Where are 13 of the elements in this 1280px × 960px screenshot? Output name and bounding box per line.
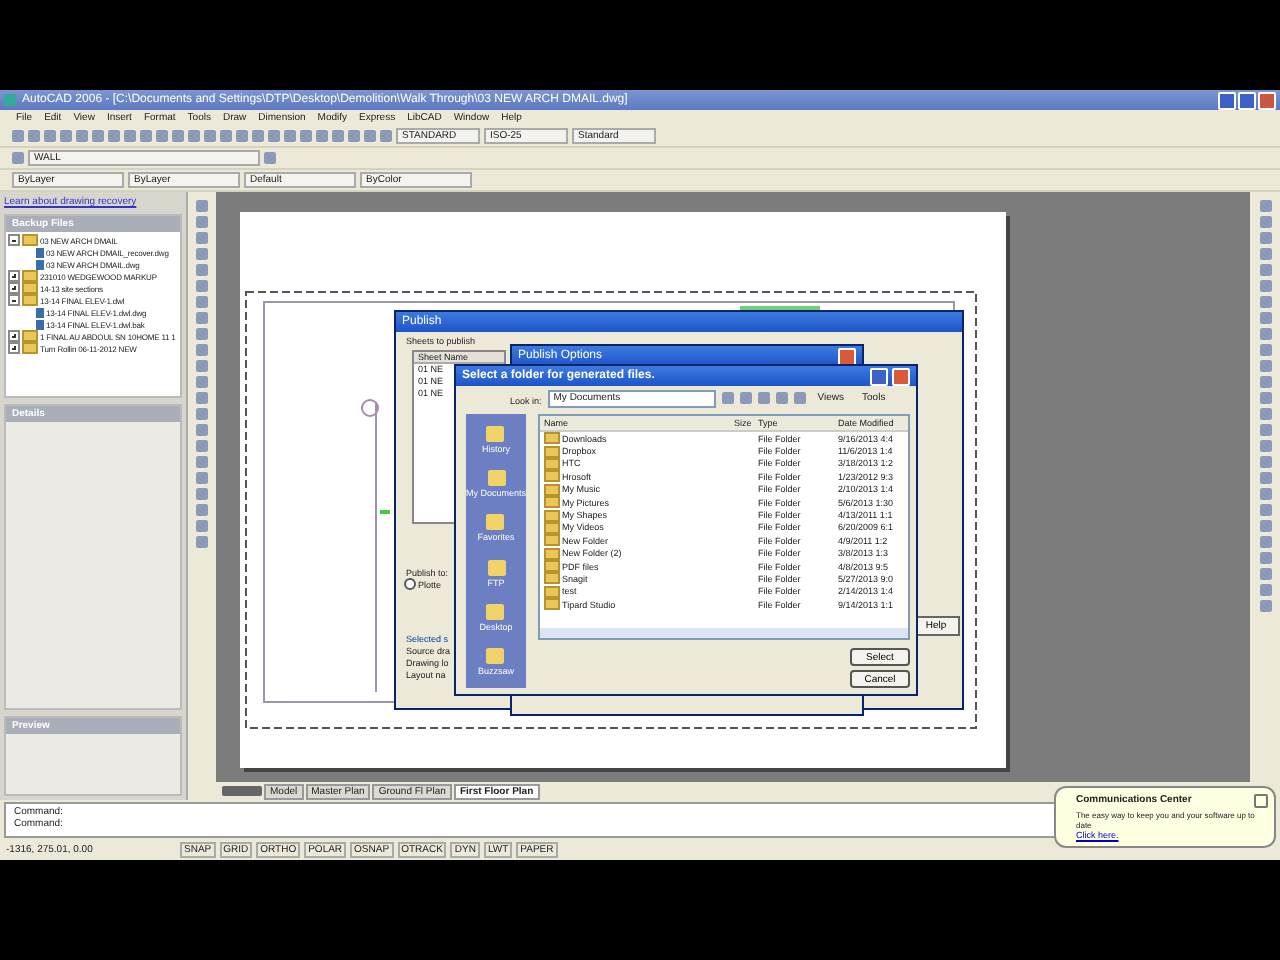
maximize-button[interactable] [1238,91,1256,109]
expander-icon[interactable] [8,270,20,282]
radio-button[interactable] [404,578,416,590]
tab-navigation-icon[interactable] [222,786,262,796]
expander-icon[interactable] [8,294,20,306]
minimize-button[interactable] [1218,91,1236,109]
expander-icon[interactable] [8,282,20,294]
app-icon [4,94,16,106]
expander-icon[interactable] [8,234,20,246]
expander-icon[interactable] [8,330,20,342]
expander-icon[interactable] [8,342,20,354]
folder-icon [22,234,38,246]
scrollbar[interactable] [540,628,908,638]
